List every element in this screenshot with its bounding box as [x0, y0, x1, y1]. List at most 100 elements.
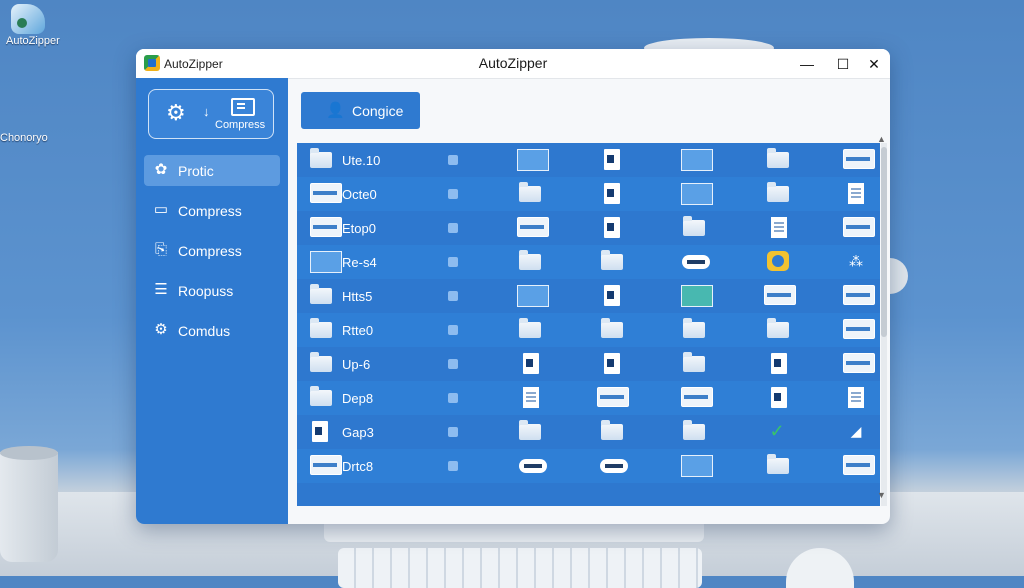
- image-file-icon[interactable]: [681, 149, 713, 171]
- row-select-checkbox[interactable]: [448, 189, 458, 199]
- desktop-app-icon[interactable]: AutoZipper: [6, 4, 60, 47]
- table-row[interactable]: Re-s4 ⁂: [297, 245, 880, 279]
- app-file-icon[interactable]: [767, 251, 789, 271]
- sidebar-item-protic[interactable]: ✿ Protic: [144, 155, 280, 186]
- maximize-button[interactable]: ☐: [832, 53, 854, 75]
- image-file-icon[interactable]: [681, 183, 713, 205]
- close-button[interactable]: ✕: [863, 53, 885, 75]
- scrollbar-thumb[interactable]: [881, 147, 887, 337]
- row-select-checkbox[interactable]: [448, 427, 458, 437]
- image-file-icon[interactable]: [681, 285, 713, 307]
- sidebar-item-comdus[interactable]: ⚙ Comdus: [144, 315, 280, 346]
- image-file-icon: [310, 251, 342, 273]
- folder-icon[interactable]: [767, 318, 789, 338]
- text-file-icon[interactable]: [848, 183, 864, 204]
- window-file-icon[interactable]: [843, 217, 875, 237]
- mug: [0, 446, 58, 562]
- window-file-icon[interactable]: [764, 285, 796, 305]
- file-name: Re-s4: [342, 255, 377, 270]
- window-file-icon[interactable]: [843, 285, 875, 305]
- row-select-checkbox[interactable]: [448, 155, 458, 165]
- table-row[interactable]: Octe0: [297, 177, 880, 211]
- folder-icon[interactable]: [601, 250, 623, 270]
- drive-icon[interactable]: [519, 459, 547, 473]
- scroll-down-icon[interactable]: ▼: [877, 490, 886, 500]
- folder-icon[interactable]: [683, 318, 705, 338]
- document-icon[interactable]: [771, 353, 787, 374]
- table-row[interactable]: Drtc8: [297, 449, 880, 483]
- tool-card-label: Compress: [215, 119, 266, 131]
- row-select-checkbox[interactable]: [448, 359, 458, 369]
- folder-icon: [310, 284, 332, 304]
- sidebar-item-compress-2[interactable]: ⎘ Compress: [144, 235, 280, 266]
- table-row[interactable]: Rtte0: [297, 313, 880, 347]
- row-select-checkbox[interactable]: [448, 223, 458, 233]
- network-icon[interactable]: ⁂: [846, 251, 866, 271]
- folder-icon[interactable]: [601, 420, 623, 440]
- window-file-icon: [310, 455, 342, 475]
- window-title: AutoZipper: [478, 55, 548, 71]
- document-icon[interactable]: [604, 183, 620, 204]
- card-icon[interactable]: [597, 387, 629, 407]
- text-file-icon[interactable]: [771, 217, 787, 238]
- folder-icon[interactable]: [767, 182, 789, 202]
- scrollbar[interactable]: [881, 143, 887, 506]
- file-name: Drtc8: [342, 459, 374, 474]
- row-select-checkbox[interactable]: [448, 393, 458, 403]
- table-row[interactable]: Up-6: [297, 347, 880, 381]
- check-icon[interactable]: ✓: [767, 421, 787, 441]
- scroll-up-icon[interactable]: ▲: [877, 134, 886, 144]
- folder-icon[interactable]: [601, 318, 623, 338]
- folder-icon[interactable]: [519, 182, 541, 202]
- window-file-icon[interactable]: [843, 319, 875, 339]
- document-icon[interactable]: [604, 285, 620, 306]
- list-doc-icon: ☰: [154, 281, 168, 298]
- text-file-icon[interactable]: [523, 387, 539, 408]
- row-select-checkbox[interactable]: [448, 325, 458, 335]
- folder-icon[interactable]: [683, 352, 705, 372]
- sidebar-item-roopuss[interactable]: ☰ Roopuss: [144, 275, 280, 306]
- document-icon[interactable]: [604, 149, 620, 170]
- image-file-icon[interactable]: [681, 455, 713, 477]
- folder-icon[interactable]: [767, 454, 789, 474]
- compress-tool-card[interactable]: ⚙ ↓ Compress: [148, 89, 274, 139]
- row-select-checkbox[interactable]: [448, 257, 458, 267]
- folder-icon[interactable]: [683, 420, 705, 440]
- media-file-icon[interactable]: ◢: [846, 421, 866, 441]
- document-icon[interactable]: [604, 217, 620, 238]
- document-icon[interactable]: [771, 387, 787, 408]
- table-row[interactable]: Ute.10: [297, 143, 880, 177]
- congice-button[interactable]: 👤 Congice: [301, 92, 420, 129]
- card-icon[interactable]: [681, 387, 713, 407]
- folder-icon[interactable]: [519, 420, 541, 440]
- table-row[interactable]: Dep8: [297, 381, 880, 415]
- image-file-icon[interactable]: [517, 285, 549, 307]
- folder-icon: [310, 386, 332, 406]
- document-icon[interactable]: [523, 353, 539, 374]
- autozipper-desktop-icon: [11, 4, 45, 34]
- sidebar-item-label: Compress: [178, 243, 242, 259]
- folder-icon[interactable]: [767, 148, 789, 168]
- folder-icon[interactable]: [519, 250, 541, 270]
- table-row[interactable]: Htts5: [297, 279, 880, 313]
- folder-icon[interactable]: [519, 318, 541, 338]
- drive-icon[interactable]: [682, 255, 710, 269]
- desktop-label[interactable]: Chonoryo: [0, 132, 48, 144]
- row-select-checkbox[interactable]: [448, 291, 458, 301]
- minimize-button[interactable]: —: [796, 53, 818, 75]
- title-bar[interactable]: AutoZipper AutoZipper — ☐ ✕: [136, 49, 890, 79]
- window-file-icon[interactable]: [843, 149, 875, 169]
- table-row[interactable]: Gap3 ✓ ◢: [297, 415, 880, 449]
- window-file-icon[interactable]: [843, 455, 875, 475]
- folder-icon[interactable]: [683, 216, 705, 236]
- row-select-checkbox[interactable]: [448, 461, 458, 471]
- document-icon[interactable]: [604, 353, 620, 374]
- drive-icon[interactable]: [600, 459, 628, 473]
- sidebar-item-compress[interactable]: ▭ Compress: [144, 195, 280, 226]
- text-file-icon[interactable]: [848, 387, 864, 408]
- image-file-icon[interactable]: [517, 149, 549, 171]
- monitor-icon: ▭: [153, 201, 169, 218]
- window-file-icon[interactable]: [843, 353, 875, 373]
- window-file-icon[interactable]: [517, 217, 549, 237]
- table-row[interactable]: Etop0: [297, 211, 880, 245]
